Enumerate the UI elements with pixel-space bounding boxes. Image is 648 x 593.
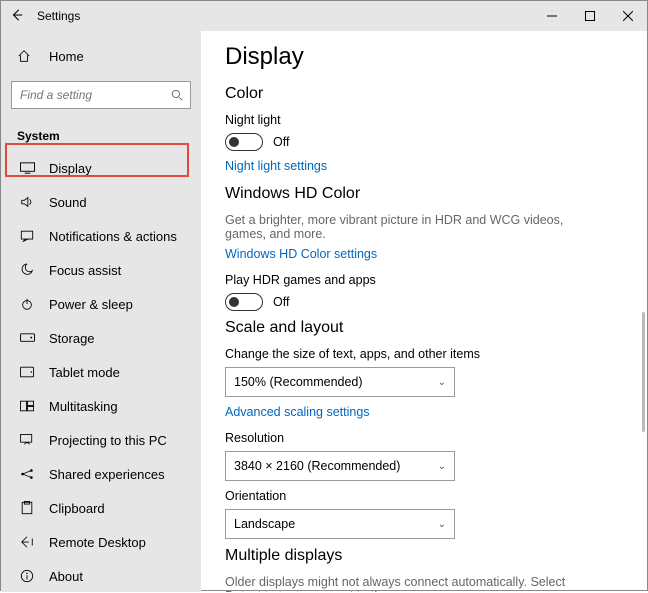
tablet-icon	[17, 366, 37, 378]
scrollbar[interactable]	[642, 312, 645, 432]
close-button[interactable]	[609, 1, 647, 31]
section-color: Color	[225, 85, 623, 103]
sidebar-group: System	[1, 117, 201, 151]
sidebar-item-shared[interactable]: Shared experiences	[1, 457, 201, 491]
nav-label: Tablet mode	[49, 365, 120, 380]
back-button[interactable]	[1, 8, 33, 25]
sidebar-item-storage[interactable]: Storage	[1, 321, 201, 355]
sidebar-item-home[interactable]: Home	[1, 39, 201, 73]
night-light-label: Night light	[225, 113, 623, 127]
display-icon	[17, 162, 37, 174]
minimize-button[interactable]	[533, 1, 571, 31]
nav-label: Power & sleep	[49, 297, 133, 312]
nav-label: Multitasking	[49, 399, 118, 414]
sidebar-item-notifications[interactable]: Notifications & actions	[1, 219, 201, 253]
focus-icon	[17, 263, 37, 277]
sidebar-item-focus[interactable]: Focus assist	[1, 253, 201, 287]
advanced-scaling-link[interactable]: Advanced scaling settings	[225, 405, 623, 419]
select-value: 3840 × 2160 (Recommended)	[234, 459, 400, 473]
window-title: Settings	[33, 9, 533, 23]
hdcolor-desc: Get a brighter, more vibrant picture in …	[225, 213, 585, 241]
night-light-settings-link[interactable]: Night light settings	[225, 159, 623, 173]
search-icon[interactable]	[163, 81, 191, 109]
nav-label: Shared experiences	[49, 467, 165, 482]
nav-label: Sound	[49, 195, 87, 210]
toggle-state: Off	[273, 295, 289, 309]
projecting-icon	[17, 434, 37, 446]
orientation-label: Orientation	[225, 489, 623, 503]
section-hdcolor: Windows HD Color	[225, 185, 623, 203]
nav-label: Display	[49, 161, 92, 176]
notifications-icon	[17, 229, 37, 243]
maximize-button[interactable]	[571, 1, 609, 31]
sidebar-item-remote[interactable]: Remote Desktop	[1, 525, 201, 559]
chevron-down-icon: ⌄	[438, 461, 446, 472]
shared-icon	[17, 467, 37, 481]
home-label: Home	[49, 49, 84, 64]
home-icon	[17, 49, 37, 63]
sound-icon	[17, 195, 37, 209]
sidebar: Home System Display Sound Notifications …	[1, 31, 201, 592]
section-scale: Scale and layout	[225, 319, 623, 337]
sidebar-item-sound[interactable]: Sound	[1, 185, 201, 219]
nav-label: Storage	[49, 331, 95, 346]
sidebar-item-about[interactable]: About	[1, 559, 201, 593]
sidebar-item-clipboard[interactable]: Clipboard	[1, 491, 201, 525]
play-hdr-toggle[interactable]: Off	[225, 293, 623, 311]
nav-label: Remote Desktop	[49, 535, 146, 550]
multiple-desc: Older displays might not always connect …	[225, 575, 585, 592]
play-hdr-label: Play HDR games and apps	[225, 273, 623, 287]
about-icon	[17, 569, 37, 583]
sidebar-item-projecting[interactable]: Projecting to this PC	[1, 423, 201, 457]
size-label: Change the size of text, apps, and other…	[225, 347, 623, 361]
resolution-select[interactable]: 3840 × 2160 (Recommended) ⌄	[225, 451, 455, 481]
storage-icon	[17, 333, 37, 343]
hdcolor-link[interactable]: Windows HD Color settings	[225, 247, 623, 261]
section-multiple: Multiple displays	[225, 547, 623, 565]
remote-icon	[17, 535, 37, 549]
select-value: Landscape	[234, 517, 295, 531]
nav-label: Focus assist	[49, 263, 121, 278]
nav-label: Clipboard	[49, 501, 105, 516]
nav-label: Notifications & actions	[49, 229, 177, 244]
page-title: Display	[225, 43, 623, 71]
sidebar-item-multitasking[interactable]: Multitasking	[1, 389, 201, 423]
chevron-down-icon: ⌄	[438, 519, 446, 530]
toggle-state: Off	[273, 135, 289, 149]
nav-label: About	[49, 569, 83, 584]
toggle-track	[225, 293, 263, 311]
sidebar-item-power[interactable]: Power & sleep	[1, 287, 201, 321]
select-value: 150% (Recommended)	[234, 375, 363, 389]
scale-select[interactable]: 150% (Recommended) ⌄	[225, 367, 455, 397]
orientation-select[interactable]: Landscape ⌄	[225, 509, 455, 539]
sidebar-item-display[interactable]: Display	[1, 151, 201, 185]
chevron-down-icon: ⌄	[438, 377, 446, 388]
multitasking-icon	[17, 400, 37, 412]
content: Display Color Night light Off Night ligh…	[201, 31, 647, 592]
resolution-label: Resolution	[225, 431, 623, 445]
night-light-toggle[interactable]: Off	[225, 133, 623, 151]
toggle-track	[225, 133, 263, 151]
clipboard-icon	[17, 501, 37, 515]
titlebar: Settings	[1, 1, 647, 31]
nav-label: Projecting to this PC	[49, 433, 167, 448]
sidebar-item-tablet[interactable]: Tablet mode	[1, 355, 201, 389]
power-icon	[17, 297, 37, 311]
